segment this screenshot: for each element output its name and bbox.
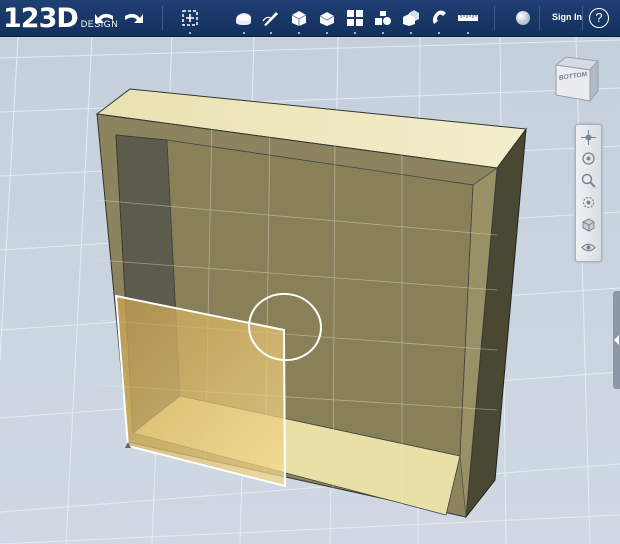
snap-icon <box>432 10 446 24</box>
construct-tool-button[interactable] <box>287 6 311 34</box>
modify-tool-button[interactable] <box>315 6 339 34</box>
sign-in-link[interactable]: Sign In <box>552 12 582 22</box>
snap-tool-button[interactable] <box>427 6 451 34</box>
grouping-tool-button[interactable] <box>371 6 395 34</box>
undo-button[interactable] <box>93 6 117 30</box>
view-cube[interactable]: BOTTOM <box>554 55 600 105</box>
view-icon <box>582 218 595 232</box>
fit-icon <box>582 196 595 209</box>
help-button[interactable]: ? <box>589 8 609 28</box>
measure-tool-button[interactable] <box>456 6 480 34</box>
construct-icon <box>291 11 307 26</box>
3d-viewport[interactable]: BOTTOM <box>0 37 620 544</box>
toolbar-divider <box>582 6 583 30</box>
redo-button[interactable] <box>121 6 145 30</box>
pan-button[interactable] <box>580 129 597 146</box>
redo-arrow-icon <box>125 13 143 23</box>
pan-icon <box>581 130 596 145</box>
logo-main-text: 123D <box>3 3 79 34</box>
navigation-bar <box>575 124 602 262</box>
sketch-tool-button[interactable] <box>259 6 283 34</box>
primitives-tool-button[interactable] <box>232 6 256 34</box>
transform-tool-button[interactable] <box>178 6 202 34</box>
modify-icon <box>319 12 335 26</box>
toolbar-divider <box>539 6 540 30</box>
pattern-tool-button[interactable] <box>343 6 367 34</box>
view-button[interactable] <box>580 216 597 233</box>
orbit-button[interactable] <box>580 150 597 167</box>
transform-icon <box>182 10 198 26</box>
sketch-icon <box>262 12 278 26</box>
top-toolbar: 123D DESIGN Sign In ? <box>0 0 620 37</box>
orbit-icon <box>582 152 595 165</box>
fit-button[interactable] <box>580 194 597 211</box>
zoom-button[interactable] <box>580 172 597 189</box>
toolbar-divider <box>494 6 495 30</box>
primitives-icon <box>236 13 251 25</box>
combine-icon <box>403 10 419 26</box>
side-panel-toggle[interactable] <box>613 291 620 389</box>
visibility-icon <box>581 243 596 252</box>
zoom-icon <box>581 173 596 188</box>
toolbar-divider <box>162 6 163 30</box>
undo-arrow-icon <box>95 13 113 23</box>
scene-canvas <box>0 37 620 544</box>
grouping-icon <box>375 11 391 25</box>
chevron-left-icon <box>614 335 619 345</box>
material-icon <box>516 11 530 25</box>
combine-tool-button[interactable] <box>399 6 423 34</box>
measure-icon <box>458 15 478 21</box>
material-tool-button[interactable] <box>511 6 535 30</box>
visibility-button[interactable] <box>580 239 597 256</box>
pattern-icon <box>347 10 363 26</box>
